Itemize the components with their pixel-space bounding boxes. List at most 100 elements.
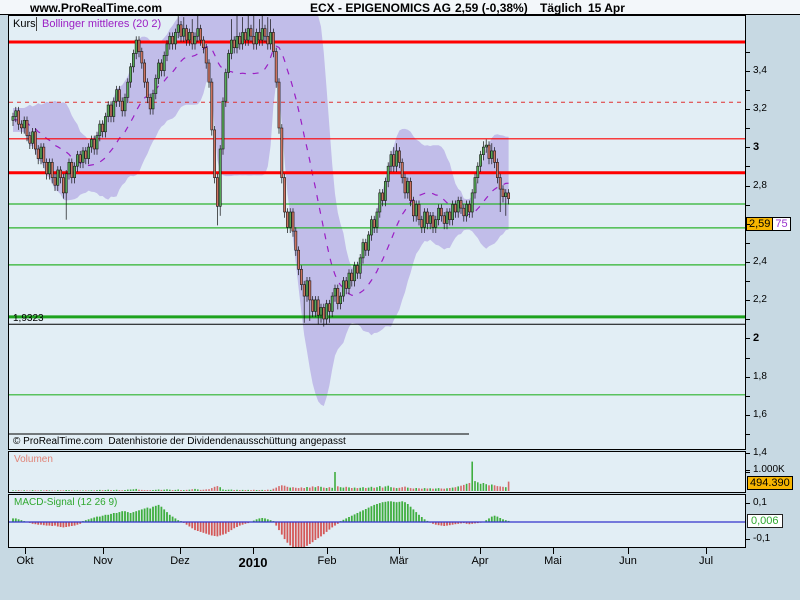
candle-body [71,162,73,177]
month-tick [628,547,629,554]
volume-bar [298,488,300,491]
candle-body [149,97,151,109]
candle-body [468,204,470,212]
macd-bar [382,502,384,522]
volume-tick [746,470,750,471]
macd-bar [121,511,123,522]
candle-body [186,29,188,40]
macd-bar [149,509,151,523]
time-axis[interactable]: OktNovDez2010FebMärAprMaiJunJul [0,547,800,577]
candle-body [32,132,34,144]
volume-bar [371,487,373,491]
volume-bar [93,490,95,491]
candle-body [306,281,308,296]
candle-body [505,193,507,197]
volume-bar [334,472,336,491]
candle-body [370,220,372,235]
candle-body [74,166,76,178]
macd-panel[interactable]: MACD-Signal (12 26 9) [8,494,746,548]
volume-bar [127,490,129,491]
volume-bar [222,490,224,492]
macd-axis[interactable]: 0,1 0,006 -0,1 [746,494,800,548]
price-chart-panel[interactable]: Kurs Bollinger mittleres (20 2) 1,9323 ©… [8,15,746,450]
candle-body [426,212,428,224]
candle-body [300,269,302,284]
volume-bar [407,488,409,491]
macd-bar [225,522,227,534]
macd-bar [415,512,417,522]
macd-canvas[interactable] [9,495,745,547]
price-tick [746,90,750,91]
macd-bar [323,522,325,534]
volume-bar [387,486,389,491]
macd-bar [161,507,163,522]
macd-bar [407,504,409,522]
candle-body [158,63,160,78]
macd-bar [130,513,132,522]
volume-bar [357,488,359,491]
volume-bar [245,490,247,491]
candle-body [270,32,272,44]
volume-bar [163,490,165,491]
candle-body [141,52,143,64]
volume-panel[interactable]: Volumen [8,451,746,493]
macd-bar [200,522,202,532]
macd-bar [96,517,98,522]
volume-bar [233,490,235,491]
price-tick [746,377,750,378]
price-axis[interactable]: 2,59 75 3,43,232,82,42,221,81,61,4 [746,15,800,449]
volume-bar [284,486,286,491]
price-tick [746,52,750,53]
macd-bar [211,522,213,536]
month-tick [103,547,104,554]
candle-body [337,288,339,303]
candle-body [51,162,53,177]
candle-body [334,288,336,296]
volume-bar [345,487,347,491]
macd-bar [312,522,314,542]
candle-body [183,29,185,37]
macd-bar [284,522,286,539]
candle-body [202,40,204,48]
candle-body [23,120,25,128]
candle-body [407,181,409,193]
candle-body [200,29,202,40]
candle-body [46,162,48,174]
volume-canvas[interactable] [9,452,745,492]
volume-bar [376,487,378,491]
month-tick [180,547,181,554]
macd-bar [401,501,403,522]
macd-bar [289,522,291,545]
candle-body [432,216,434,228]
macd-bar [379,503,381,522]
volume-bar [102,490,104,491]
volume-bar [85,490,87,491]
candle-body [295,231,297,250]
macd-bar [393,502,395,522]
volume-bar [247,490,249,491]
price-tick-label: 2 [753,332,759,344]
candle-body [93,139,95,149]
macd-bar [99,517,101,522]
prorealtime-chart-window: www.ProRealTime.com ECX - EPIGENOMICS AG… [0,0,800,600]
candle-body [410,181,412,200]
volume-bar [488,485,490,491]
price-tick [746,319,750,320]
candle-body [174,32,176,44]
candle-body [216,178,218,207]
volume-bar [88,491,90,492]
candle-body [172,36,174,44]
candle-body [188,32,190,40]
macd-bar [351,516,353,522]
candle-body [345,281,347,289]
candle-body [160,63,162,71]
macd-bar [399,502,401,522]
volume-axis[interactable]: 1.000K 494.390 [746,451,800,493]
candle-body [222,101,224,149]
volume-bar [354,488,356,491]
volume-bar [432,489,434,491]
macd-bar [219,522,221,536]
price-chart-canvas[interactable] [9,16,745,449]
candle-body [424,212,426,227]
volume-bar [228,490,230,491]
